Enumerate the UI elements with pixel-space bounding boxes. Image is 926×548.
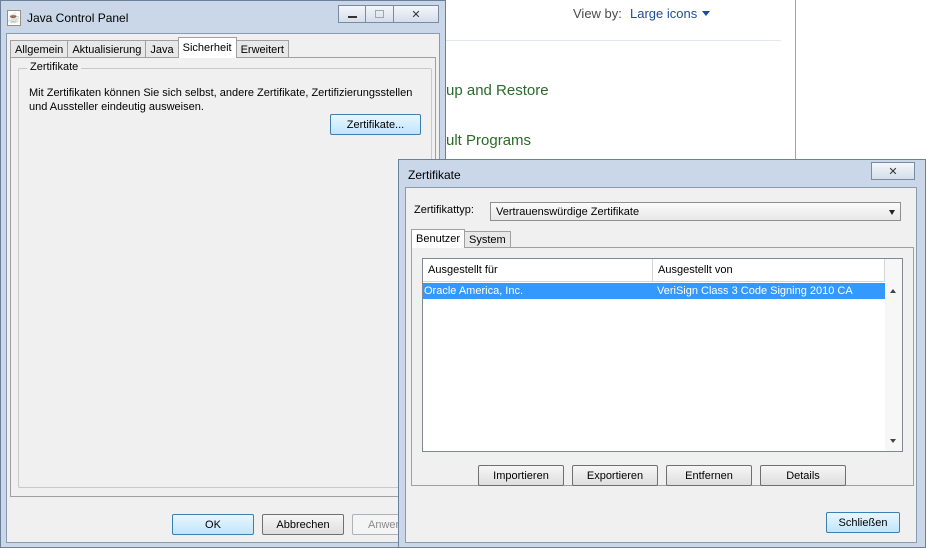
dialog-title: Zertifikate	[408, 168, 461, 182]
cancel-button[interactable]: Abbrechen	[262, 514, 344, 535]
table-header: Ausgestellt für Ausgestellt von	[423, 259, 885, 282]
minimize-icon	[347, 16, 357, 18]
maximize-button[interactable]	[366, 5, 394, 23]
details-button[interactable]: Details	[760, 465, 846, 486]
view-by-label: View by:	[573, 6, 622, 21]
view-mode-dropdown[interactable]: Large icons	[630, 6, 711, 21]
java-control-panel-window: ☕ Java Control Panel ✕ Allgemein Aktuali…	[0, 0, 446, 548]
tab-system[interactable]: System	[464, 231, 511, 248]
titlebar: ☕ Java Control Panel	[7, 7, 128, 29]
certificates-button[interactable]: Zertifikate...	[330, 114, 421, 135]
window-content: Allgemein Aktualisierung Java Sicherheit…	[6, 33, 440, 543]
close-button[interactable]: ✕	[394, 5, 439, 23]
dialog-close-button[interactable]: ✕	[871, 162, 915, 180]
maximize-icon	[375, 10, 384, 18]
tab-aktualisierung[interactable]: Aktualisierung	[67, 40, 147, 58]
chevron-down-icon	[702, 11, 711, 16]
cell-issued-to: Oracle America, Inc.	[424, 285, 524, 297]
window-title: Java Control Panel	[27, 11, 129, 25]
table-row[interactable]: Oracle America, Inc. VeriSign Class 3 Co…	[423, 283, 885, 299]
tab-allgemein[interactable]: Allgemein	[10, 40, 69, 58]
cert-type-value: Vertrauenswürdige Zertifikate	[496, 205, 640, 218]
tab-java[interactable]: Java	[145, 40, 179, 58]
vertical-scrollbar[interactable]	[885, 259, 902, 451]
tab-bar: Allgemein Aktualisierung Java Sicherheit…	[10, 37, 289, 58]
backup-restore-link[interactable]: up and Restore	[446, 82, 549, 99]
separator	[440, 40, 781, 41]
close-dialog-button[interactable]: Schließen	[826, 512, 900, 533]
ok-button[interactable]: OK	[172, 514, 254, 535]
remove-button[interactable]: Entfernen	[666, 465, 752, 486]
scroll-down-icon[interactable]	[890, 439, 896, 443]
certificates-group: Zertifikate Mit Zertifikaten können Sie …	[18, 61, 432, 488]
dialog-tab-bar: Benutzer System	[411, 229, 511, 248]
view-mode-label: Large icons	[630, 6, 698, 21]
tab-erweitert[interactable]: Erweitert	[235, 40, 289, 58]
chevron-down-icon	[889, 210, 895, 215]
cell-issued-by: VeriSign Class 3 Code Signing 2010 CA	[657, 285, 853, 297]
cert-type-select[interactable]: Vertrauenswürdige Zertifikate	[490, 202, 901, 221]
tab-benutzer[interactable]: Benutzer	[411, 229, 466, 248]
certificates-dialog: Zertifikate ✕ Zertifikattyp: Vertrauensw…	[398, 159, 926, 548]
export-button[interactable]: Exportieren	[572, 465, 658, 486]
group-description: Mit Zertifikaten können Sie sich selbst,…	[29, 87, 413, 113]
java-icon: ☕	[7, 10, 21, 26]
window-controls: ✕	[338, 5, 439, 23]
cert-type-label: Zertifikattyp:	[414, 204, 474, 216]
tab-sicherheit[interactable]: Sicherheit	[177, 37, 237, 58]
tab-panel-security: Zertifikate Mit Zertifikaten können Sie …	[10, 57, 436, 497]
cert-tab-panel: Ausgestellt für Ausgestellt von Oracle A…	[411, 247, 914, 486]
close-icon: ✕	[888, 165, 898, 178]
close-icon: ✕	[411, 8, 421, 21]
dialog-content: Zertifikattyp: Vertrauenswürdige Zertifi…	[405, 187, 917, 543]
minimize-button[interactable]	[338, 5, 366, 23]
group-title: Zertifikate	[27, 61, 82, 73]
default-programs-link[interactable]: ult Programs	[446, 132, 531, 149]
column-issued-to[interactable]: Ausgestellt für	[423, 259, 653, 281]
scroll-up-icon[interactable]	[890, 289, 896, 293]
certificate-table: Ausgestellt für Ausgestellt von Oracle A…	[422, 258, 903, 452]
import-button[interactable]: Importieren	[478, 465, 564, 486]
column-issued-by[interactable]: Ausgestellt von	[653, 259, 885, 281]
